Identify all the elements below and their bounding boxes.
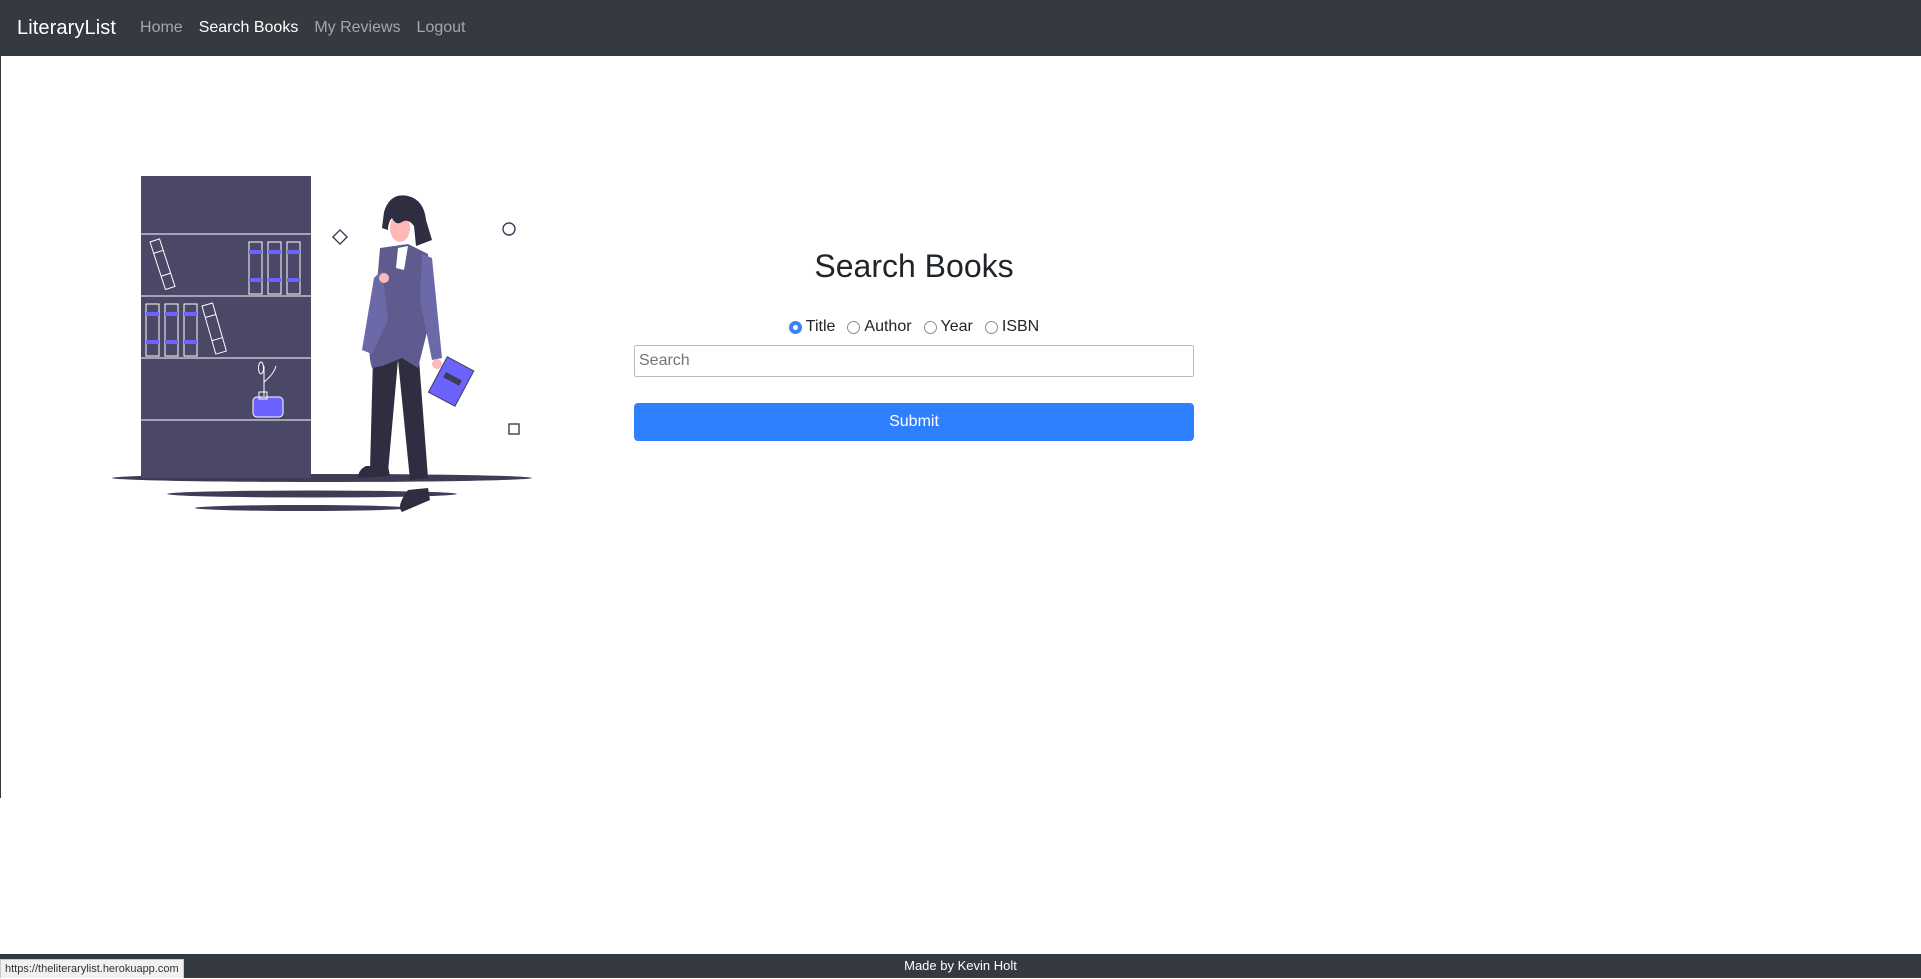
radio-title-label: Title bbox=[805, 318, 836, 335]
nav-link-home[interactable]: Home bbox=[140, 19, 183, 37]
brand-link[interactable]: LiteraryList bbox=[17, 17, 116, 40]
submit-button[interactable]: Submit bbox=[634, 403, 1194, 441]
nav-link-search-books[interactable]: Search Books bbox=[199, 19, 299, 37]
search-input[interactable] bbox=[634, 345, 1194, 377]
radio-isbn-label: ISBN bbox=[1001, 318, 1040, 335]
radio-author-dot[interactable] bbox=[847, 320, 861, 334]
radio-title-dot[interactable] bbox=[788, 320, 802, 334]
footer: Made by Kevin Holt bbox=[0, 954, 1921, 978]
radio-isbn-dot[interactable] bbox=[984, 320, 998, 334]
radio-year-dot[interactable] bbox=[923, 320, 937, 334]
radio-title[interactable]: Title bbox=[788, 318, 836, 336]
top-navbar: LiteraryList Home Search Books My Review… bbox=[0, 0, 1921, 56]
radio-year[interactable]: Year bbox=[923, 318, 973, 336]
search-type-radio-group: Title Author Year ISBN bbox=[634, 315, 1194, 339]
search-panel: Search Books Title Author Year ISBN Subm… bbox=[634, 240, 1194, 441]
woman-reading-bookshelf-illustration bbox=[112, 170, 540, 522]
radio-year-label: Year bbox=[940, 318, 973, 335]
radio-author-label: Author bbox=[864, 318, 912, 335]
nav-link-logout[interactable]: Logout bbox=[417, 19, 466, 37]
page-title: Search Books bbox=[814, 248, 1014, 284]
radio-author[interactable]: Author bbox=[847, 318, 912, 336]
status-bar-url: https://theliterarylist.herokuapp.com bbox=[0, 959, 184, 978]
footer-text: Made by Kevin Holt bbox=[904, 958, 1017, 973]
radio-isbn[interactable]: ISBN bbox=[984, 318, 1040, 336]
left-border-line bbox=[0, 56, 1, 798]
nav-link-my-reviews[interactable]: My Reviews bbox=[314, 19, 400, 37]
